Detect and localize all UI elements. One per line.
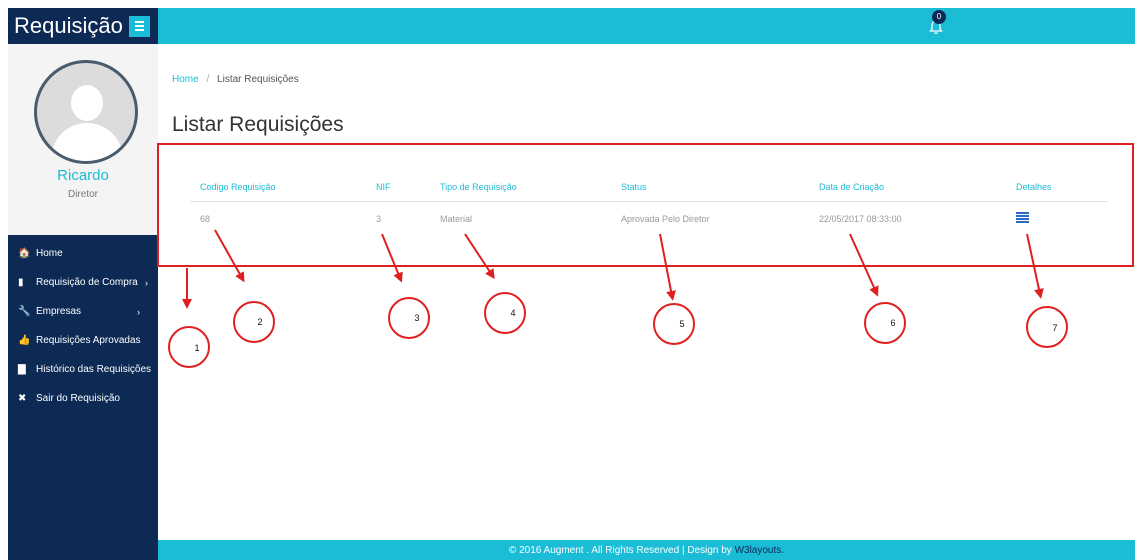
annotation-circle-6 xyxy=(864,302,906,344)
annotation-arrow-6 xyxy=(849,233,879,297)
annotation-arrow-4 xyxy=(464,233,495,280)
annotation-arrow-2 xyxy=(214,229,245,283)
annotation-circle-2 xyxy=(233,301,275,343)
annotation-overlay: 1 2 3 4 5 6 7 xyxy=(168,229,1068,368)
footer: © 2016 Augment . All Rights Reserved | D… xyxy=(158,540,1135,560)
annotation-arrow-7 xyxy=(1026,233,1044,299)
footer-copyright: © 2016 Augment . All Rights Reserved | D… xyxy=(508,545,735,556)
annotation-circle-1 xyxy=(168,326,210,368)
annotation-arrow-5 xyxy=(659,233,676,301)
app-root: Requisição Ricardo Diretor 🏠 Home ▮ Requ… xyxy=(0,0,1135,560)
annotation-circle-7 xyxy=(1026,306,1068,348)
annotation-label-3: 3 xyxy=(414,313,419,323)
annotation-circle-3 xyxy=(388,297,430,339)
annotation-circle-4 xyxy=(484,292,526,334)
annotation-label-4: 4 xyxy=(510,308,515,318)
annotation-label-1: 1 xyxy=(194,343,199,353)
annotation-label-5: 5 xyxy=(679,319,684,329)
annotation-circle-5 xyxy=(653,303,695,345)
annotation-label-2: 2 xyxy=(257,317,262,327)
annotation-arrow-3 xyxy=(381,233,403,283)
footer-credit-link[interactable]: W3layouts. xyxy=(735,545,784,556)
annotation-label-7: 7 xyxy=(1052,323,1057,333)
annotation-label-6: 6 xyxy=(890,318,895,328)
